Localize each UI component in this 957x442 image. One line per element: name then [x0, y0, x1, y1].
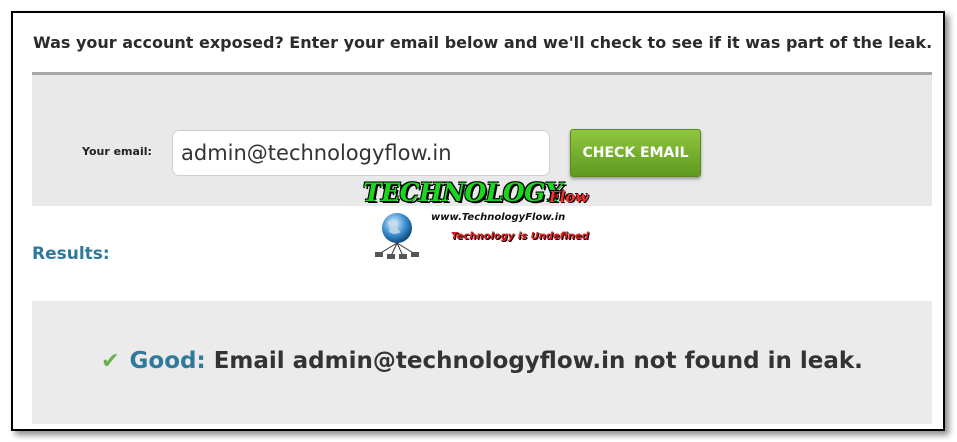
email-input[interactable] [172, 130, 550, 176]
logo-title: TECHNOLOGY [363, 178, 563, 207]
globe-network-icon [375, 213, 419, 259]
result-status-word: Good: [129, 348, 206, 374]
result-panel: ✔ Good: Email admin@technologyflow.in no… [32, 301, 932, 424]
watermark-logo: TECHNOLOGY Flow www.TechnologyFlow.in Te… [363, 178, 613, 260]
screenshot-frame: Was your account exposed? Enter your ema… [11, 11, 945, 431]
logo-tagline: Technology is Undefined [451, 231, 589, 242]
email-label: Your email: [82, 145, 152, 158]
checkmark-icon: ✔ [101, 349, 120, 374]
check-email-button[interactable]: CHECK EMAIL [570, 129, 701, 177]
page-prompt: Was your account exposed? Enter your ema… [33, 33, 933, 52]
result-message: Email admin@technologyflow.in not found … [213, 348, 863, 374]
logo-title-suffix: Flow [549, 188, 589, 206]
result-message-line: ✔ Good: Email admin@technologyflow.in no… [32, 348, 932, 374]
logo-url: www.TechnologyFlow.in [431, 212, 566, 223]
results-heading: Results: [32, 244, 110, 264]
